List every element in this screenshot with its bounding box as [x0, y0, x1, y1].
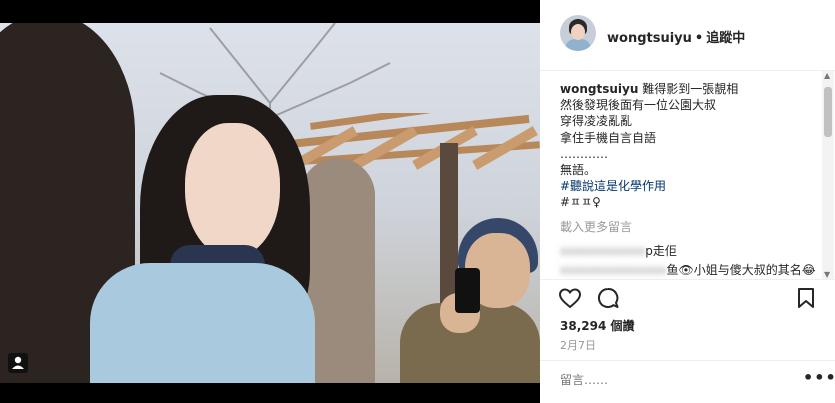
- action-bar: [540, 284, 835, 314]
- woman-coat: [90, 263, 315, 383]
- comments-scrollbar[interactable]: ▲ ▼: [822, 71, 834, 279]
- divider: [540, 360, 835, 361]
- post-side-panel: wongtsuiyu • 追蹤中 wongtsuiyu 難得影到一張靚相 然後發現後…: [540, 0, 835, 403]
- scroll-thumb[interactable]: [824, 87, 832, 137]
- comment-username-blurred: xxxxxxxxxxxxxxx: [560, 263, 667, 277]
- caption-line: 拿住手機自言自語: [560, 130, 657, 145]
- divider: [540, 279, 835, 280]
- caption: wongtsuiyu 難得影到一張靚相 然後發現後面有一位公園大叔 穿得凌凌亂亂…: [560, 81, 820, 211]
- load-more-comments-button[interactable]: 載入更多留言: [560, 218, 632, 235]
- bookmark-icon[interactable]: [796, 287, 816, 309]
- post-header: wongtsuiyu • 追蹤中: [540, 0, 835, 71]
- woman-face: [185, 123, 280, 258]
- caption-line: 難得影到一張靚相: [642, 82, 739, 96]
- comments-area[interactable]: wongtsuiyu 難得影到一張靚相 然後發現後面有一位公園大叔 穿得凌凌亂亂…: [540, 71, 825, 279]
- comment-bubble-icon[interactable]: [596, 286, 620, 310]
- comment-text: 鱼👁小姐与傻大叔的其名😂: [666, 263, 816, 277]
- hashtag-link[interactable]: #ㅍㅍ♀: [560, 194, 820, 210]
- comment-item: xxxxxxxxxxxxxxx鱼👁小姐与傻大叔的其名😂: [560, 261, 816, 278]
- comment-item: xxxxxxxxxxxxp走佢: [560, 242, 677, 259]
- comment-input[interactable]: [560, 373, 780, 387]
- likes-count[interactable]: 38,294 個讚: [560, 317, 635, 334]
- person-tag-icon[interactable]: [8, 353, 28, 373]
- hashtag-link[interactable]: #聽說這是化學作用: [560, 178, 820, 194]
- comment-username-blurred: xxxxxxxxxxxx: [560, 244, 646, 258]
- scroll-down-icon[interactable]: ▼: [824, 270, 830, 279]
- caption-line: 無語。: [560, 163, 597, 178]
- header-username[interactable]: wongtsuiyu: [607, 31, 692, 46]
- caption-line: 穿得凌凌亂亂: [560, 114, 633, 129]
- post-photo[interactable]: [0, 23, 540, 383]
- more-options-button[interactable]: •••: [803, 368, 835, 387]
- caption-username[interactable]: wongtsuiyu: [560, 82, 638, 96]
- scroll-up-icon[interactable]: ▲: [824, 71, 830, 80]
- photo-backdrop: [0, 0, 540, 403]
- post-date[interactable]: 2月7日: [560, 337, 596, 353]
- avatar[interactable]: [560, 15, 596, 51]
- header-user-line: wongtsuiyu • 追蹤中: [607, 27, 745, 46]
- following-button[interactable]: 追蹤中: [706, 31, 745, 46]
- caption-line: …………: [560, 146, 608, 161]
- heart-icon[interactable]: [558, 286, 582, 310]
- man-phone: [455, 268, 480, 313]
- caption-line: 然後發現後面有一位公園大叔: [560, 98, 717, 113]
- header-separator: •: [694, 31, 704, 46]
- comment-text: p走佢: [645, 244, 677, 258]
